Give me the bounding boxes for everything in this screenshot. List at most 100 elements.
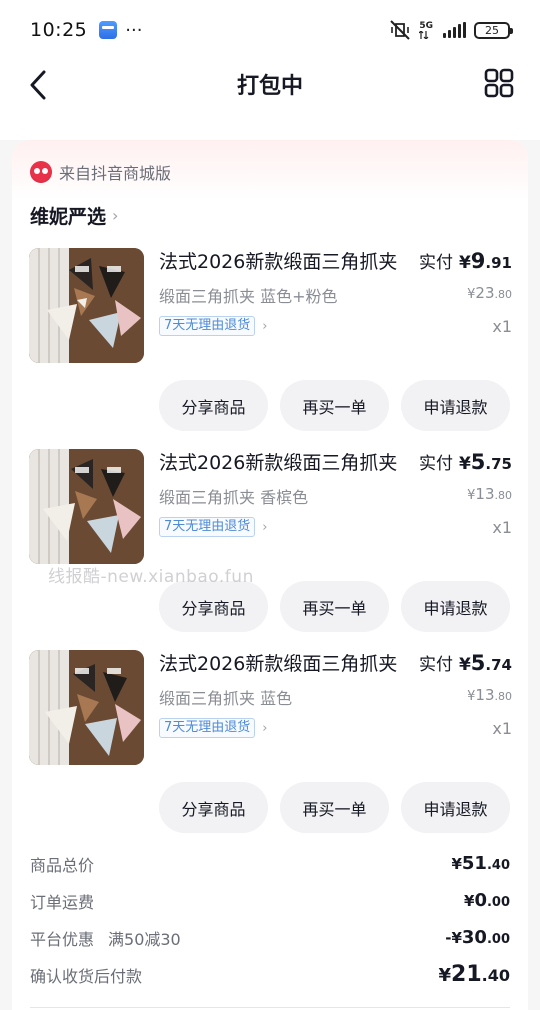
price-integer: 51 — [461, 853, 487, 874]
battery-icon: 25 — [474, 21, 513, 39]
original-price: ¥ 23 .80 — [467, 284, 512, 302]
source-label: 来自抖音商城版 — [59, 164, 172, 183]
product-title: 法式2026新款缎面三角抓夹 — [159, 452, 398, 474]
summary-label: 平台优惠 — [30, 929, 95, 949]
share-product-button[interactable]: 分享商品 — [159, 782, 268, 833]
price-integer: 0 — [474, 890, 487, 911]
product-spec: 缎面三角抓夹 蓝色 — [159, 689, 293, 708]
summary-label: 商品总价 — [30, 855, 95, 875]
price-integer: 5 — [470, 651, 486, 675]
return-policy-link[interactable]: 7天无理由退货 › — [159, 718, 267, 738]
buy-again-button[interactable]: 再买一单 — [280, 581, 389, 632]
price-integer: 30 — [461, 927, 487, 948]
status-indicators: 5G 25 — [389, 20, 513, 40]
price-decimal: .80 — [494, 690, 513, 703]
currency-symbol: ¥ — [451, 855, 462, 873]
grid-menu-icon[interactable] — [484, 68, 514, 98]
product-item[interactable]: 法式2026新款缎面三角抓夹 实付 ¥ 5 .74 缎面三角抓夹 蓝色 ¥ 13… — [12, 650, 528, 840]
paid-price: 实付 ¥ 5 .75 — [419, 449, 512, 474]
summary-amount: -¥ 30 .00 — [445, 927, 510, 948]
product-spec: 缎面三角抓夹 蓝色+粉色 — [159, 287, 338, 306]
price-integer: 13 — [475, 686, 495, 704]
price-integer: 13 — [475, 485, 495, 503]
battery-level: 25 — [485, 23, 499, 37]
request-refund-button[interactable]: 申请退款 — [401, 782, 510, 833]
nav-bar: 打包中 — [0, 60, 540, 110]
quantity: x1 — [492, 518, 512, 537]
share-product-button[interactable]: 分享商品 — [159, 581, 268, 632]
network-type: 5G — [419, 20, 433, 31]
return-policy-link[interactable]: 7天无理由退货 › — [159, 316, 267, 336]
summary-row-shipping: 订单运费 ¥ 0 .00 — [30, 882, 510, 919]
price-decimal: .75 — [485, 455, 512, 473]
product-thumbnail[interactable] — [29, 650, 144, 765]
signal-icon — [443, 22, 466, 38]
source-row: 来自抖音商城版 — [30, 160, 171, 184]
summary-amount: ¥ 0 .00 — [464, 890, 510, 911]
product-thumbnail[interactable] — [29, 449, 144, 564]
return-policy-tag: 7天无理由退货 — [159, 517, 256, 537]
status-more-icon: ··· — [125, 19, 143, 41]
return-policy-tag: 7天无理由退货 — [159, 718, 256, 738]
wallet-app-icon — [99, 21, 118, 39]
product-title: 法式2026新款缎面三角抓夹 — [159, 653, 398, 675]
paid-price: 实付 ¥ 5 .74 — [419, 650, 512, 675]
currency-symbol: ¥ — [467, 287, 476, 302]
original-price: ¥ 13 .80 — [467, 485, 512, 503]
summary-label: 确认收货后付款 — [30, 966, 143, 986]
summary-row-total: 商品总价 ¥ 51 .40 — [30, 845, 510, 882]
currency-symbol: ¥ — [467, 689, 476, 704]
product-item[interactable]: 法式2026新款缎面三角抓夹 实付 ¥ 9 .91 缎面三角抓夹 蓝色+粉色 ¥… — [12, 248, 528, 438]
price-decimal: .74 — [485, 656, 512, 674]
buy-again-button[interactable]: 再买一单 — [280, 782, 389, 833]
discount-rule: 满50减30 — [108, 929, 181, 949]
request-refund-button[interactable]: 申请退款 — [401, 581, 510, 632]
product-item[interactable]: 法式2026新款缎面三角抓夹 实付 ¥ 5 .75 缎面三角抓夹 香槟色 ¥ 1… — [12, 449, 528, 639]
share-product-button[interactable]: 分享商品 — [159, 380, 268, 431]
price-integer: 23 — [475, 284, 495, 302]
currency-symbol: ¥ — [467, 488, 476, 503]
data-arrows-icon — [419, 30, 429, 39]
paid-label: 实付 — [418, 454, 453, 474]
quantity: x1 — [492, 719, 512, 738]
price-decimal: .80 — [494, 489, 513, 502]
currency-symbol: ¥ — [458, 454, 471, 474]
return-policy-link[interactable]: 7天无理由退货 › — [159, 517, 267, 537]
return-policy-tag: 7天无理由退货 — [159, 316, 256, 336]
currency-symbol: ¥ — [458, 253, 471, 273]
summary-amount: ¥ 51 .40 — [451, 853, 510, 874]
currency-symbol: ¥ — [458, 655, 471, 675]
price-decimal: .40 — [481, 966, 510, 985]
price-decimal: .40 — [486, 858, 510, 873]
price-decimal: .80 — [494, 288, 513, 301]
status-time: 10:25 — [30, 19, 88, 41]
summary-amount: ¥ 21 .40 — [439, 962, 511, 987]
paid-label: 实付 — [418, 253, 453, 273]
page-title: 打包中 — [236, 74, 303, 99]
price-integer: 9 — [470, 249, 486, 273]
price-decimal: .91 — [485, 254, 512, 272]
product-thumbnail[interactable] — [29, 248, 144, 363]
buy-again-button[interactable]: 再买一单 — [280, 380, 389, 431]
currency-symbol: ¥ — [464, 892, 475, 910]
price-decimal: .00 — [486, 895, 510, 910]
shop-link[interactable]: 维妮严选 › — [30, 202, 118, 229]
price-integer: 5 — [470, 450, 486, 474]
divider — [30, 1007, 510, 1008]
quantity: x1 — [492, 317, 512, 336]
chevron-right-icon: › — [262, 720, 268, 736]
request-refund-button[interactable]: 申请退款 — [401, 380, 510, 431]
price-integer: 21 — [451, 962, 482, 987]
paid-label: 实付 — [418, 655, 453, 675]
currency-symbol: ¥ — [438, 965, 452, 986]
summary-row-final: 确认收货后付款 ¥ 21 .40 — [30, 956, 510, 993]
chevron-right-icon: › — [262, 519, 268, 535]
header-spacer — [0, 110, 540, 140]
product-actions: 分享商品 再买一单 申请退款 — [159, 581, 510, 632]
paid-price: 实付 ¥ 9 .91 — [419, 248, 512, 273]
summary-label: 订单运费 — [30, 892, 95, 912]
mute-vibrate-icon — [390, 20, 411, 40]
product-spec: 缎面三角抓夹 香槟色 — [159, 488, 309, 507]
chevron-right-icon: › — [112, 206, 119, 225]
summary-row-discount: 平台优惠 满50减30 -¥ 30 .00 — [30, 919, 510, 956]
